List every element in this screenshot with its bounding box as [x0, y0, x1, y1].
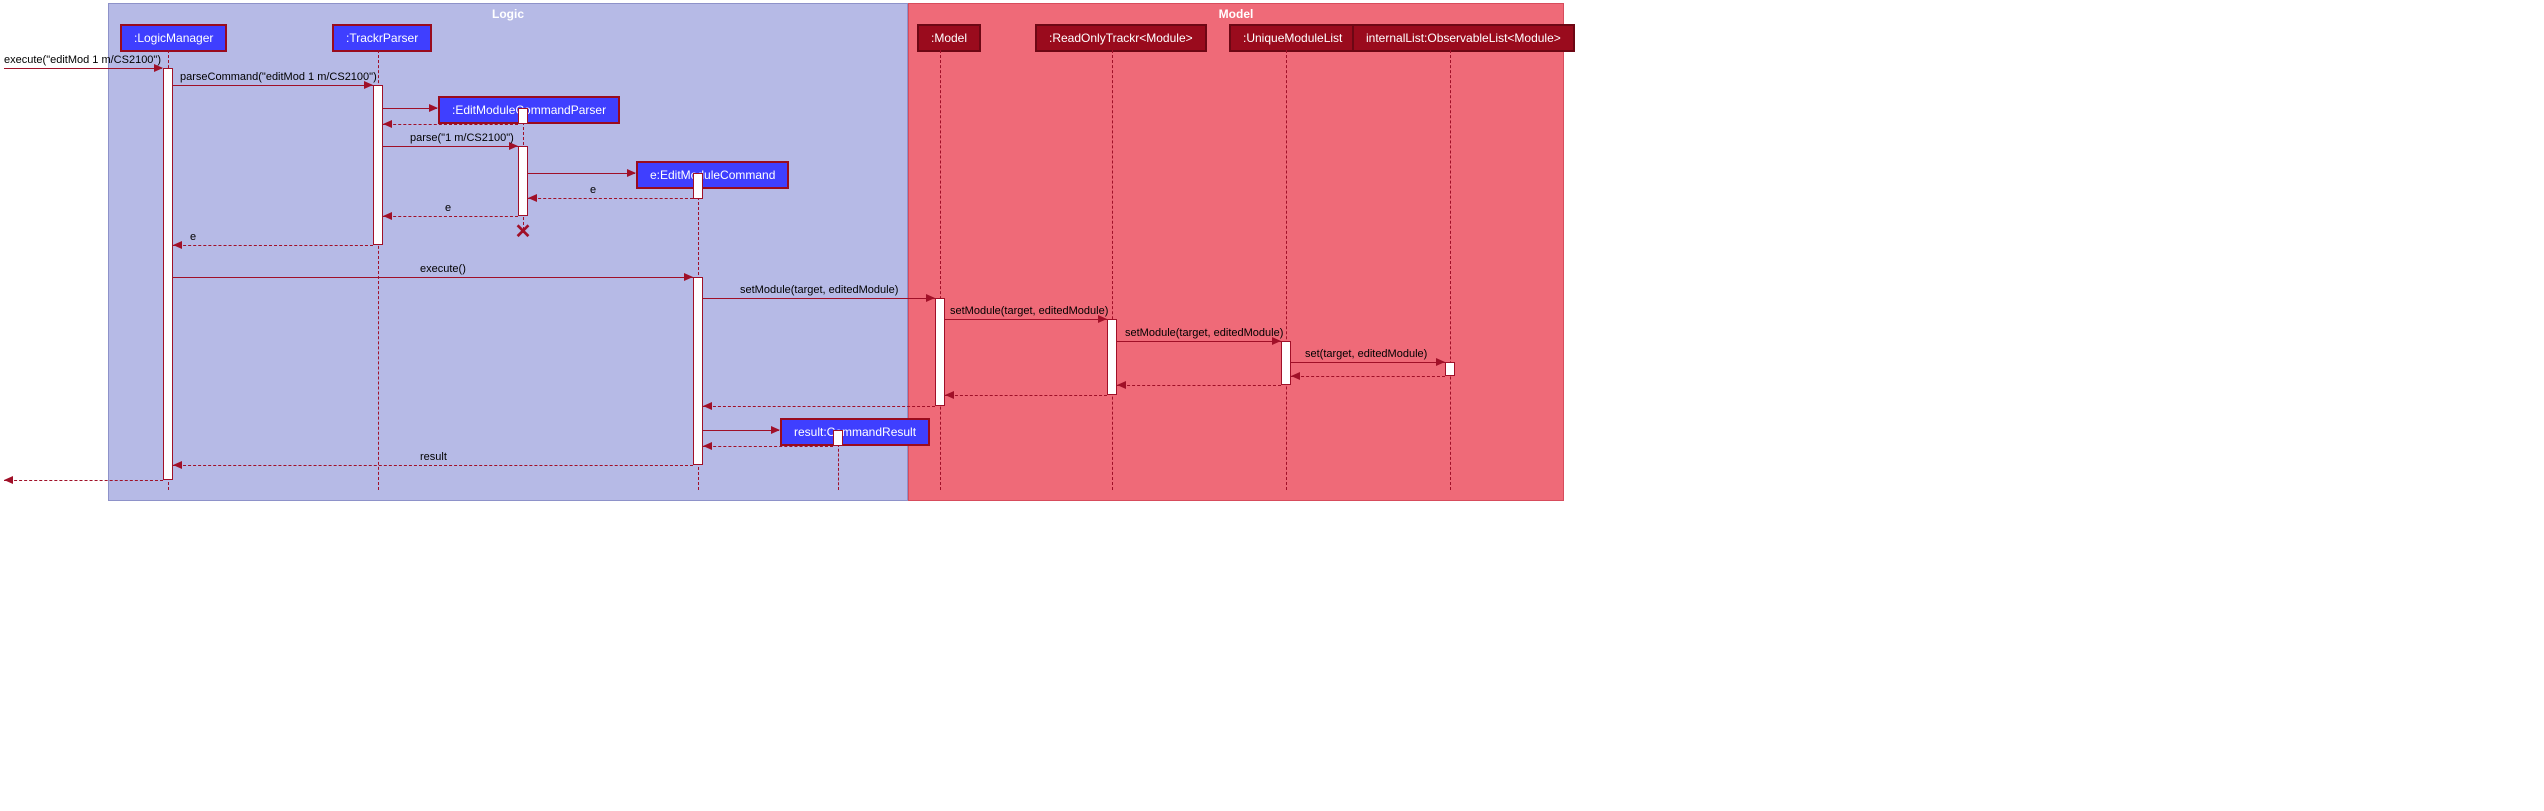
arrow-create-emc: [528, 173, 635, 174]
activation-readonlytrackr: [1107, 319, 1117, 395]
arrow-ret-obs: [1291, 376, 1445, 377]
activation-observablelist: [1445, 362, 1455, 376]
activation-emc-exec: [693, 277, 703, 465]
arrow-ret-emcp: [383, 124, 518, 125]
arrowhead-m10: [173, 461, 182, 469]
arrow-m10: [173, 465, 693, 466]
arrowhead-ret-cr: [703, 442, 712, 450]
region-model-title: Model: [909, 7, 1563, 21]
label-m5: execute(): [420, 263, 466, 275]
activation-emcp-1: [518, 108, 528, 124]
arrow-m7: [945, 319, 1107, 320]
lifeline-uniquemodulelist: [1286, 50, 1287, 490]
sequence-diagram: Logic Model :LogicManager :TrackrParser …: [0, 0, 2544, 811]
lifeline-head-uniquemodulelist: :UniqueModuleList: [1229, 24, 1356, 52]
lifeline-observablelist: [1450, 50, 1451, 490]
arrow-m9: [1291, 362, 1445, 363]
arrow-ret-caller: [4, 480, 163, 481]
lifeline-head-commandresult: result:CommandResult: [780, 418, 930, 446]
arrow-ret-model: [703, 406, 935, 407]
label-e1: e: [590, 184, 596, 196]
arrow-m6: [703, 298, 935, 299]
activation-emc-create: [693, 173, 703, 199]
arrow-e1: [528, 198, 693, 199]
activation-logicmanager: [163, 68, 173, 480]
arrowhead-e1: [528, 194, 537, 202]
arrow-create-cr: [703, 430, 779, 431]
arrow-m5: [173, 277, 693, 278]
lifeline-head-editmodulecommand: e:EditModuleCommand: [636, 161, 789, 189]
label-e3: e: [190, 231, 196, 243]
lifeline-head-trackrparser: :TrackrParser: [332, 24, 432, 52]
lifeline-commandresult: [838, 444, 839, 490]
activation-emcp-2: [518, 146, 528, 216]
arrow-m1: [4, 68, 162, 69]
arrow-e2: [383, 216, 518, 217]
activation-uniquemodulelist: [1281, 341, 1291, 385]
activation-commandresult: [833, 430, 843, 446]
arrowhead-ret-rot: [945, 391, 954, 399]
label-e2: e: [445, 202, 451, 214]
arrow-m8: [1117, 341, 1281, 342]
region-logic-title: Logic: [109, 7, 907, 21]
destroy-editmodulecommandparser: ✕: [514, 223, 532, 241]
arrow-ret-uml: [1117, 385, 1281, 386]
arrow-e3: [173, 245, 373, 246]
arrow-m3: [383, 146, 518, 147]
label-m3: parse("1 m/CS2100"): [410, 132, 514, 144]
arrowhead-ret-uml: [1117, 381, 1126, 389]
arrow-m2: [173, 85, 373, 86]
label-m10: result: [420, 451, 447, 463]
arrowhead-ret-model: [703, 402, 712, 410]
label-m8: setModule(target, editedModule): [1125, 327, 1283, 339]
activation-trackrparser: [373, 85, 383, 245]
region-model: Model: [908, 3, 1564, 501]
lifeline-readonlytrackr: [1112, 50, 1113, 490]
arrowhead-create-emcp: [429, 104, 438, 112]
label-m1: execute("editMod 1 m/CS2100"): [4, 54, 161, 66]
arrowhead-create-emc: [627, 169, 636, 177]
arrowhead-m6: [926, 294, 935, 302]
activation-model: [935, 298, 945, 406]
lifeline-head-logicmanager: :LogicManager: [120, 24, 227, 52]
arrow-ret-cr: [703, 446, 833, 447]
label-m9: set(target, editedModule): [1305, 348, 1427, 360]
lifeline-model: [940, 50, 941, 490]
arrowhead-ret-obs: [1291, 372, 1300, 380]
arrowhead-e2: [383, 212, 392, 220]
lifeline-head-readonlytrackr: :ReadOnlyTrackr<Module>: [1035, 24, 1207, 52]
arrowhead-e3: [173, 241, 182, 249]
label-m6: setModule(target, editedModule): [740, 284, 898, 296]
arrowhead-ret-emcp: [383, 120, 392, 128]
lifeline-head-editmodulecommandparser: :EditModuleCommandParser: [438, 96, 620, 124]
arrowhead-m9: [1436, 358, 1445, 366]
arrowhead-m5: [684, 273, 693, 281]
lifeline-head-model: :Model: [917, 24, 981, 52]
arrow-ret-rot: [945, 395, 1107, 396]
label-m2: parseCommand("editMod 1 m/CS2100"): [180, 71, 377, 83]
arrowhead-ret-caller: [4, 476, 13, 484]
lifeline-head-observablelist: internalList:ObservableList<Module>: [1352, 24, 1575, 52]
arrowhead-create-cr: [771, 426, 780, 434]
label-m7: setModule(target, editedModule): [950, 305, 1108, 317]
